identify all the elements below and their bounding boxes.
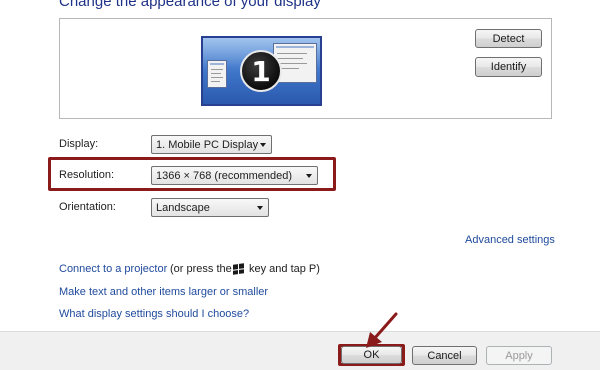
mini-window-left xyxy=(207,60,227,88)
windows-logo-icon xyxy=(233,263,244,275)
projector-hint-prefix: (or press the xyxy=(170,263,232,275)
display-label: Display: xyxy=(59,138,99,150)
page-title: Change the appearance of your display xyxy=(59,0,321,10)
mini-line xyxy=(211,81,220,82)
mini-line xyxy=(211,77,223,78)
mini-line xyxy=(211,73,221,74)
monitor-1-icon[interactable]: 1 xyxy=(201,36,322,106)
detect-button[interactable]: Detect xyxy=(475,29,542,48)
display-select-value: 1. Mobile PC Display xyxy=(156,138,259,151)
mini-line xyxy=(277,58,303,59)
cancel-button[interactable]: Cancel xyxy=(412,346,477,365)
mini-line xyxy=(211,69,223,70)
identify-button[interactable]: Identify xyxy=(475,57,542,77)
chevron-down-icon xyxy=(306,174,312,178)
apply-button: Apply xyxy=(486,346,552,365)
advanced-settings-link[interactable]: Advanced settings xyxy=(465,234,555,246)
resolution-label: Resolution: xyxy=(59,169,115,181)
monitor-number-badge: 1 xyxy=(240,50,282,92)
projector-hint-suffix: key and tap P) xyxy=(249,263,320,275)
display-preview-area: 1 Detect Identify xyxy=(59,18,552,119)
pointer-arrow-icon xyxy=(366,312,398,348)
connect-projector-link[interactable]: Connect to a projector xyxy=(59,263,167,275)
resolution-select[interactable]: 1366 × 768 (recommended) xyxy=(151,166,318,185)
chevron-down-icon xyxy=(257,206,263,210)
chevron-down-icon xyxy=(260,143,266,147)
mini-line xyxy=(277,53,307,54)
orientation-select[interactable]: Landscape xyxy=(151,198,269,217)
display-select[interactable]: 1. Mobile PC Display xyxy=(151,135,272,154)
orientation-select-value: Landscape xyxy=(156,201,210,214)
display-help-link[interactable]: What display settings should I choose? xyxy=(59,308,249,320)
mini-line xyxy=(277,63,307,64)
text-size-link[interactable]: Make text and other items larger or smal… xyxy=(59,286,268,298)
resolution-select-value: 1366 × 768 (recommended) xyxy=(156,169,293,182)
orientation-label: Orientation: xyxy=(59,201,116,213)
